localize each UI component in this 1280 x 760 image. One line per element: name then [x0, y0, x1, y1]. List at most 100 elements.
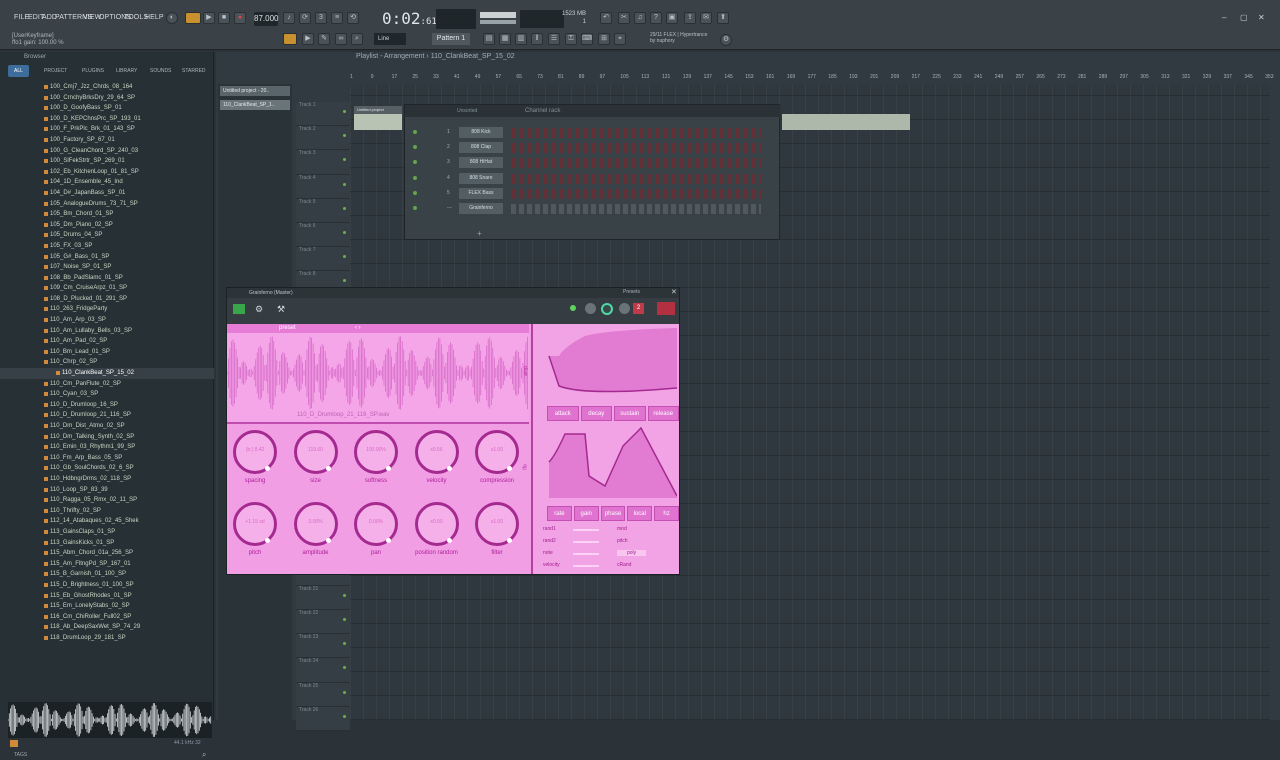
list-item[interactable]: 109_Cm_CruiseArpz_01_SP — [0, 283, 214, 294]
plugin-picker-icon[interactable]: ⚿ — [565, 33, 577, 45]
zoom-icon[interactable]: ⌕ — [351, 33, 363, 45]
list-item[interactable]: 115_Em_LonelyStabs_02_SP — [0, 601, 214, 612]
snap-icon[interactable] — [283, 33, 297, 45]
record-button[interactable]: ● — [234, 12, 246, 24]
tab-all[interactable]: ALL — [8, 65, 29, 77]
list-item[interactable]: 110_HdbngrDrms_02_118_SP — [0, 474, 214, 485]
step-sequencer[interactable] — [511, 143, 761, 154]
list-item[interactable]: 110_D_Drumloop_16_SP — [0, 400, 214, 411]
sample-waveform[interactable]: preset ‹ › 110_D_Drumloop_21_116_SP.wav — [227, 324, 529, 424]
attack-button[interactable]: attack — [547, 406, 579, 421]
wait-icon[interactable]: ⟳ — [299, 12, 311, 24]
decay-button[interactable]: decay — [580, 406, 612, 421]
channel-row[interactable]: 5 FLEX Bass — [411, 187, 771, 201]
list-item[interactable]: 110_Am_Pad_02_SP — [0, 336, 214, 347]
tab-library[interactable]: LIBRARY — [116, 65, 137, 77]
track-header[interactable]: Track 24 — [296, 658, 350, 683]
list-item[interactable]: 110_D_Drumloop_21_116_SP — [0, 410, 214, 421]
mod-target[interactable]: mod — [617, 526, 627, 532]
track-header[interactable]: Track 5 — [296, 198, 350, 223]
channel-number[interactable]: 4 — [447, 173, 450, 184]
mod-amount-slider[interactable] — [573, 565, 599, 567]
preset-arrows-icon[interactable]: ‹ › — [355, 325, 361, 331]
mod-source[interactable]: note — [543, 550, 553, 556]
knob-amplitude[interactable]: 3.00% — [293, 502, 338, 546]
pattern-song-toggle[interactable] — [185, 12, 201, 24]
settings-icon[interactable]: ⚙ — [720, 34, 732, 46]
tools-icon[interactable]: ✂ — [618, 12, 630, 24]
channel-name-button[interactable]: 808 HiHat — [459, 157, 503, 169]
save-icon[interactable]: ▣ — [666, 12, 678, 24]
tags-label[interactable]: TAGS — [14, 752, 27, 758]
list-item[interactable]: 113_GainsClaps_01_SP — [0, 527, 214, 538]
channel-row[interactable]: 1 808 Kick — [411, 127, 771, 140]
mic-icon[interactable]: ♫ — [634, 12, 646, 24]
track-header[interactable]: Track 21 — [296, 585, 350, 610]
mixer-track-selector[interactable]: 2 — [633, 303, 644, 314]
release-button[interactable]: release — [647, 406, 679, 421]
plugin-power-icon[interactable] — [233, 304, 245, 314]
pattern-selector[interactable]: Pattern 1 — [432, 33, 470, 45]
timeline-ruler[interactable]: 1 9 17 25 33 41 49 57 65 73 81 89 97 105 113 121 129 137 1… — [350, 74, 1274, 84]
metronome-icon[interactable]: ♪ — [283, 12, 295, 24]
list-item[interactable]: 116_Cm_ChiRoller_Full02_SP — [0, 612, 214, 623]
step-sequencer[interactable] — [511, 188, 761, 199]
list-item[interactable]: 100_F_PrkPlc_Brk_01_143_SP — [0, 124, 214, 135]
list-item[interactable]: 110_Chrp_02_SP — [0, 357, 214, 368]
track-header[interactable]: Track 7 — [296, 247, 350, 272]
news-panel[interactable]: 29/11 FLEX | Hypertrance by nuphory — [650, 32, 707, 44]
mod-source[interactable]: rand2 — [543, 538, 556, 544]
knob-pan[interactable]: 0.00% — [354, 502, 398, 546]
channel-number[interactable]: 2 — [447, 142, 450, 153]
channel-name-button[interactable]: 808 Clap — [459, 142, 503, 154]
list-item[interactable]: 110_263_FridgeParty — [0, 304, 214, 315]
maximize-icon[interactable]: ▢ — [1240, 13, 1248, 22]
mod-amount-slider[interactable] — [573, 541, 599, 543]
list-item[interactable]: 108_D_Plucked_01_291_SP — [0, 294, 214, 305]
list-item[interactable]: 110_ClankBeat_SP_15_02 — [0, 368, 214, 379]
list-item[interactable]: 118_Ab_DeepSaxWet_SP_74_29 — [0, 622, 214, 633]
list-item[interactable]: 104_D#_JapanBass_SP_01 — [0, 188, 214, 199]
channel-number[interactable]: --- — [447, 203, 452, 214]
channel-name-button[interactable]: FLEX Bass — [459, 187, 503, 199]
list-item[interactable]: 110_Dm_Talking_Synth_02_SP — [0, 432, 214, 443]
pencil-icon[interactable]: ✎ — [318, 33, 330, 45]
list-item[interactable]: 105_G#_Bass_01_SP — [0, 252, 214, 263]
list-item[interactable]: 110_Dm_Dist_Atmo_02_SP — [0, 421, 214, 432]
channel-number[interactable]: 1 — [447, 127, 450, 138]
knob-position-random[interactable]: x0.00 — [414, 502, 459, 546]
preset-bar[interactable]: preset ‹ › — [227, 324, 529, 333]
list-item[interactable]: 104_1D_Ensemble_45_Ind — [0, 177, 214, 188]
audio-clip[interactable] — [782, 114, 910, 130]
list-item[interactable]: 110_Cm_PanFlute_02_SP — [0, 379, 214, 390]
close-icon[interactable]: ✕ — [1258, 13, 1265, 22]
channel-mute-led[interactable] — [413, 175, 417, 180]
list-item[interactable]: 110_Gb_SoulChords_02_6_SP — [0, 463, 214, 474]
plugin-on-led[interactable] — [570, 305, 576, 311]
knob-pitch[interactable]: +1.15 sd — [233, 502, 277, 546]
list-item[interactable]: 100_G_CleanChord_SP_240_03 — [0, 146, 214, 157]
close-plugin-icon[interactable]: ✕ — [671, 288, 677, 296]
rack-filter[interactable]: Unsorted — [457, 108, 477, 114]
menu-file[interactable]: FILE — [14, 14, 29, 21]
list-item[interactable]: 110_Ragga_05_Rmx_02_11_SP — [0, 495, 214, 506]
channel-row[interactable]: 4 808 Snare — [411, 172, 771, 186]
snap-select[interactable]: Line — [374, 33, 406, 45]
touch-keyboard-icon[interactable]: ⌨ — [581, 33, 593, 45]
channel-row[interactable]: 3 808 HiHat — [411, 157, 771, 170]
render-icon[interactable]: ⇪ — [684, 12, 696, 24]
channel-rack-icon[interactable]: ▦ — [499, 33, 511, 45]
mod-source[interactable]: rand1 — [543, 526, 556, 532]
list-item[interactable]: 100_D_GoofyBass_SP_01 — [0, 103, 214, 114]
list-item[interactable]: 107_Noise_SP_01_SP — [0, 262, 214, 273]
master-pitch-slider[interactable] — [480, 20, 516, 24]
tab-project[interactable]: PROJECT — [44, 65, 67, 77]
list-item[interactable]: 115_Abm_Chord_01a_256_SP — [0, 548, 214, 559]
mod-target[interactable]: pitch — [617, 538, 628, 544]
stop-button[interactable]: ■ — [218, 12, 230, 24]
chat-icon[interactable]: ✉ — [700, 12, 712, 24]
track-header[interactable]: Track 1 — [296, 102, 350, 127]
hz-button[interactable]: hz — [654, 506, 679, 521]
plugin-wrench-icon[interactable]: ⚒ — [277, 304, 285, 315]
list-item[interactable]: 105_FX_03_SP — [0, 241, 214, 252]
